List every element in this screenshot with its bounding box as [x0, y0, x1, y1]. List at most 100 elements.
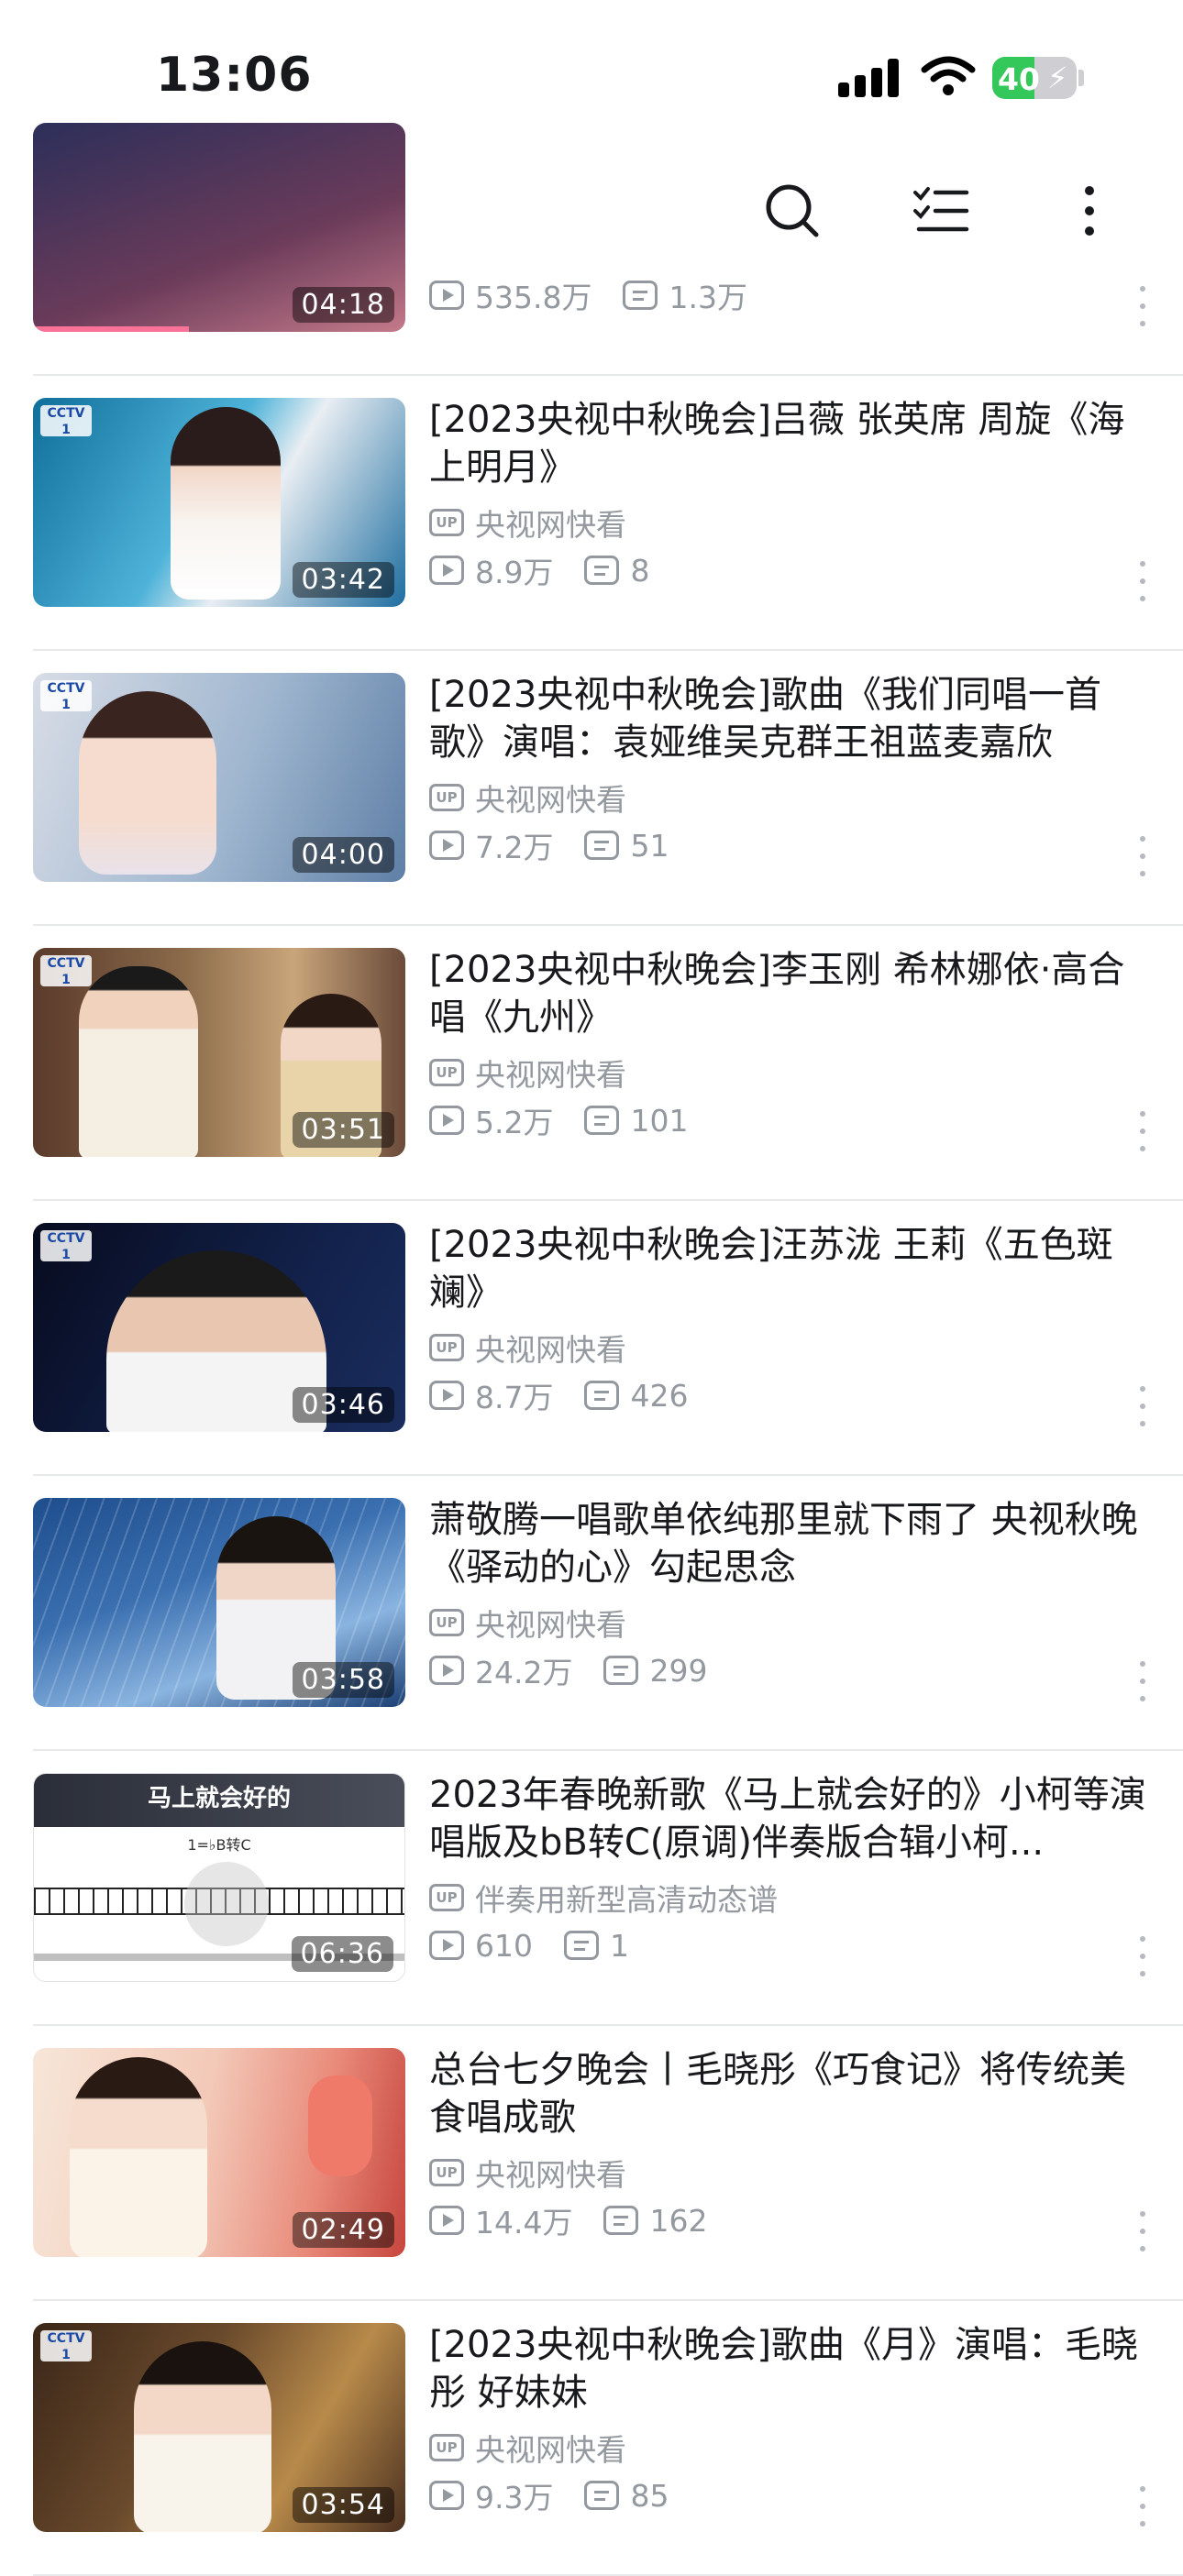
video-item[interactable]: CCTV 1 04:00 [2023央视中秋晚会]歌曲《我们同唱一首歌》演唱：袁娅… [0, 651, 1183, 926]
performer-figure [171, 407, 281, 600]
item-more-button[interactable] [1133, 1936, 1152, 1976]
danmaku-count: 1 [610, 1927, 629, 1964]
play-count-icon [429, 2206, 464, 2235]
video-thumbnail[interactable]: 03:58 [33, 1498, 405, 1707]
item-more-button[interactable] [1133, 1111, 1152, 1151]
watch-progress [33, 326, 189, 332]
view-count: 9.3万 [475, 2480, 554, 2515]
danmaku-icon [623, 281, 658, 310]
item-more-button[interactable] [1133, 1386, 1152, 1426]
video-stats: 8.7万 426 [429, 1375, 688, 1415]
video-item[interactable]: CCTV 1 03:54 [2023央视中秋晚会]歌曲《月》演唱：毛晓彤 好妹妹 … [0, 2301, 1183, 2576]
status-time: 13:06 [156, 48, 313, 103]
danmaku-count: 101 [630, 1102, 689, 1139]
uploader-name: 伴奏用新型高清动态谱 [475, 1882, 778, 1918]
video-item[interactable]: CCTV 1 03:42 [2023央视中秋晚会]吕薇 张英席 周旋《海上明月》 … [0, 376, 1183, 651]
uploader-row[interactable]: UP 央视网快看 [429, 1052, 626, 1093]
cctv-logo: CCTV 1 [40, 2330, 92, 2362]
item-more-button[interactable] [1133, 2211, 1152, 2251]
uploader-row[interactable]: UP 央视网快看 [429, 2427, 626, 2468]
video-title[interactable]: [2023央视中秋晚会]歌曲《我们同唱一首歌》演唱：袁娅维吴克群王祖蓝麦嘉欣 [429, 671, 1154, 766]
wifi-icon [921, 56, 976, 95]
video-thumbnail[interactable]: CCTV 1 03:54 [33, 2323, 405, 2532]
uploader-row[interactable]: UP 伴奏用新型高清动态谱 [429, 1877, 778, 1918]
video-duration: 03:42 [292, 562, 394, 598]
uploader-row[interactable]: UP 央视网快看 [429, 1327, 626, 1368]
uploader-row[interactable]: UP 央视网快看 [429, 777, 626, 818]
uploader-name: 央视网快看 [475, 782, 626, 818]
video-duration: 03:51 [292, 1112, 394, 1148]
up-badge-icon: UP [429, 509, 464, 536]
video-stats: 610 1 [429, 1925, 629, 1965]
view-count: 535.8万 [475, 280, 592, 315]
video-duration: 04:18 [292, 287, 394, 323]
video-thumbnail[interactable]: CCTV 1 03:46 [33, 1223, 405, 1432]
video-title[interactable]: 总台七夕晚会丨毛晓彤《巧食记》将传统美食唱成歌 [429, 2046, 1154, 2141]
uploader-row[interactable]: UP 央视网快看 [429, 502, 626, 543]
performer-figure [79, 966, 198, 1157]
video-item[interactable]: CCTV 1 03:46 [2023央视中秋晚会]汪苏泷 王莉《五色斑斓》 UP … [0, 1201, 1183, 1476]
view-count: 14.4万 [475, 2205, 573, 2240]
lantern-decor [308, 2075, 372, 2176]
uploader-name: 央视网快看 [475, 2157, 626, 2193]
play-count-icon [429, 1656, 464, 1685]
video-thumbnail[interactable]: 04:18 [33, 123, 405, 332]
view-count: 8.9万 [475, 555, 554, 590]
video-duration: 03:46 [292, 1387, 394, 1423]
video-thumbnail[interactable]: CCTV 1 04:00 [33, 673, 405, 882]
video-title[interactable]: 2023年春晚新歌《马上就会好的》小柯等演唱版及bB转C(原调)伴奏版合辑小柯.… [429, 1771, 1154, 1866]
performer-figure [79, 691, 216, 875]
danmaku-icon [584, 1106, 620, 1135]
video-item[interactable]: CCTV 1 03:51 [2023央视中秋晚会]李玉刚 希林娜依·高合唱《九州》… [0, 926, 1183, 1201]
video-thumbnail[interactable]: 马上就会好的 1=♭B转C 06:36 [33, 1773, 405, 1982]
item-more-button[interactable] [1133, 836, 1152, 876]
up-badge-icon: UP [429, 2159, 464, 2186]
item-more-button[interactable] [1133, 561, 1152, 601]
danmaku-icon [603, 2206, 639, 2235]
video-stats: 9.3万 85 [429, 2475, 669, 2515]
up-badge-icon: UP [429, 1609, 464, 1636]
play-count-icon [429, 2481, 464, 2510]
video-stats: 24.2万 299 [429, 1650, 707, 1690]
video-item[interactable]: 马上就会好的 1=♭B转C 06:36 2023年春晚新歌《马上就会好的》小柯等… [0, 1751, 1183, 2026]
uploader-row[interactable]: UP 央视网快看 [429, 1602, 626, 1643]
video-item[interactable]: 04:18 535.8万 1.3万 [0, 101, 1183, 376]
video-title[interactable]: 萧敬腾一唱歌单依纯那里就下雨了 央视秋晚《驿动的心》勾起思念 [429, 1496, 1154, 1591]
performer-figure [134, 2341, 271, 2532]
item-more-button[interactable] [1133, 286, 1152, 326]
up-badge-icon: UP [429, 1884, 464, 1911]
video-thumbnail[interactable]: 02:49 [33, 2048, 405, 2257]
danmaku-count: 85 [630, 2477, 669, 2514]
battery-nub [1078, 70, 1084, 86]
video-stats: 535.8万 1.3万 [429, 275, 747, 315]
danmaku-icon [584, 1381, 620, 1410]
view-count: 24.2万 [475, 1655, 573, 1690]
video-title[interactable]: [2023央视中秋晚会]李玉刚 希林娜依·高合唱《九州》 [429, 946, 1154, 1041]
item-more-button[interactable] [1133, 1661, 1152, 1701]
video-thumbnail[interactable]: CCTV 1 03:42 [33, 398, 405, 607]
danmaku-icon [584, 2481, 620, 2510]
video-title[interactable]: [2023央视中秋晚会]吕薇 张英席 周旋《海上明月》 [429, 396, 1154, 491]
danmaku-icon [603, 1656, 639, 1685]
video-thumbnail[interactable]: CCTV 1 03:51 [33, 948, 405, 1157]
uploader-row[interactable]: UP 央视网快看 [429, 2152, 626, 2193]
video-item[interactable]: 02:49 总台七夕晚会丨毛晓彤《巧食记》将传统美食唱成歌 UP 央视网快看 1… [0, 2026, 1183, 2301]
video-stats: 14.4万 162 [429, 2200, 707, 2240]
video-duration: 06:36 [291, 1936, 393, 1972]
danmaku-count: 426 [630, 1377, 689, 1414]
video-title[interactable]: [2023央视中秋晚会]歌曲《月》演唱：毛晓彤 好妹妹 [429, 2321, 1154, 2416]
up-badge-icon: UP [429, 1059, 464, 1086]
danmaku-count: 51 [630, 827, 669, 864]
play-overlay-icon [184, 1862, 269, 1946]
cctv-logo: CCTV 1 [40, 955, 92, 987]
up-badge-icon: UP [429, 2434, 464, 2461]
play-count-icon [429, 281, 464, 310]
danmaku-count: 162 [649, 2202, 708, 2239]
danmaku-count: 8 [630, 552, 650, 589]
video-duration: 03:58 [292, 1662, 394, 1698]
item-more-button[interactable] [1133, 2486, 1152, 2526]
video-title[interactable]: [2023央视中秋晚会]汪苏泷 王莉《五色斑斓》 [429, 1221, 1154, 1316]
video-duration: 04:00 [292, 837, 394, 873]
thumb-song-title: 马上就会好的 [147, 1785, 291, 1812]
video-item[interactable]: 03:58 萧敬腾一唱歌单依纯那里就下雨了 央视秋晚《驿动的心》勾起思念 UP … [0, 1476, 1183, 1751]
